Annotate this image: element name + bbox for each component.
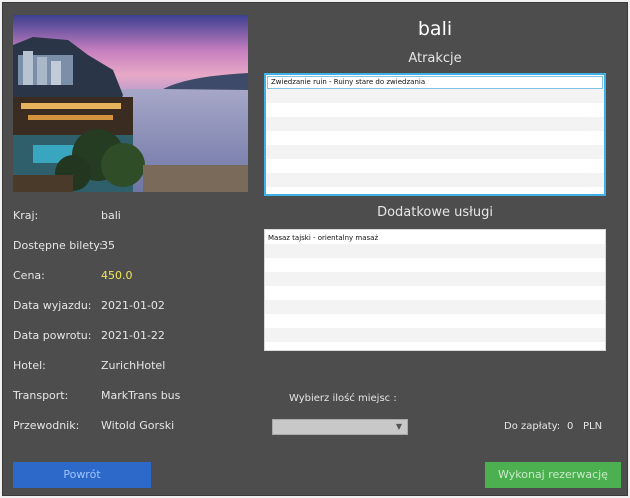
reservation-window: Kraj: bali Dostępne bilety: 35 Cena: 450… xyxy=(2,2,628,496)
attractions-list[interactable]: Zwiedzanie ruin - Ruiny stare do zwiedza… xyxy=(264,73,606,196)
guide-label: Przewodnik: xyxy=(13,419,80,432)
hotel-label: Hotel: xyxy=(13,359,46,372)
to-pay-label: Do zapłaty: xyxy=(504,421,561,432)
tickets-label: Dostępne bilety: xyxy=(13,239,103,252)
book-reservation-button[interactable]: Wykonaj rezerwację xyxy=(485,462,621,488)
seats-label: Wybierz ilość miejsc : xyxy=(289,393,397,404)
country-value: bali xyxy=(101,209,121,222)
attractions-title: Atrakcje xyxy=(408,51,462,66)
price-label: Cena: xyxy=(13,269,45,282)
seats-dropdown[interactable]: ▼ xyxy=(272,419,408,435)
return-date-value: 2021-01-22 xyxy=(101,329,165,342)
hotel-value: ZurichHotel xyxy=(101,359,166,372)
departure-date-value: 2021-01-02 xyxy=(101,299,165,312)
list-item[interactable]: Zwiedzanie ruin - Ruiny stare do zwiedza… xyxy=(267,76,603,89)
destination-title: bali xyxy=(417,18,453,40)
return-date-label: Data powrotu: xyxy=(13,329,92,342)
to-pay-amount: 0 xyxy=(567,421,574,432)
departure-date-label: Data wyjazdu: xyxy=(13,299,92,312)
services-title: Dodatkowe usługi xyxy=(377,205,493,220)
transport-label: Transport: xyxy=(13,389,69,402)
transport-value: MarkTrans bus xyxy=(101,389,181,402)
guide-value: Witold Gorski xyxy=(101,419,175,432)
to-pay-currency: PLN xyxy=(583,421,603,432)
services-list[interactable]: Masaz tajski - orientalny masaż xyxy=(264,229,606,351)
destination-photo xyxy=(13,15,248,192)
country-label: Kraj: xyxy=(13,209,39,222)
chevron-down-icon: ▼ xyxy=(395,422,402,431)
back-button[interactable]: Powrót xyxy=(13,462,151,488)
list-item[interactable]: Masaz tajski - orientalny masaż xyxy=(265,233,605,244)
price-value: 450.0 xyxy=(101,269,133,282)
tickets-value: 35 xyxy=(101,239,115,252)
